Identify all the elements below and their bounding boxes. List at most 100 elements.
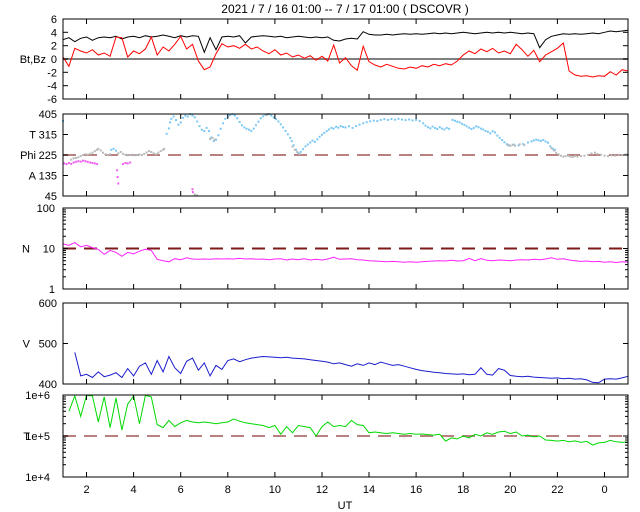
point-phi-gray: [147, 150, 150, 153]
point-phi-gray: [562, 155, 565, 158]
point-phi-blue: [177, 123, 180, 126]
x-tick-label: 10: [269, 484, 281, 496]
point-phi-blue: [191, 114, 194, 117]
point-phi-gray: [610, 154, 613, 157]
point-phi-gray: [117, 152, 120, 155]
point-phi-blue: [290, 140, 293, 143]
point-phi-blue: [491, 130, 494, 133]
x-tick-label: 2: [83, 484, 89, 496]
point-phi-blue: [408, 118, 411, 121]
magnetic-field-ytick-label: 4: [51, 27, 57, 39]
point-phi-blue: [248, 128, 250, 131]
point-phi-blue: [451, 118, 454, 121]
density-ytick-label: 1: [49, 284, 55, 296]
point-phi-gray: [511, 143, 514, 146]
point-phi-blue: [445, 126, 448, 129]
point-phi-magenta: [191, 191, 194, 194]
point-phi-blue: [233, 114, 236, 117]
point-phi-blue: [383, 118, 386, 121]
x-tick-label: 18: [457, 484, 469, 496]
point-phi-blue: [461, 122, 463, 125]
point-phi-gray: [145, 151, 148, 154]
point-phi-gray: [213, 138, 216, 141]
point-phi-blue: [337, 126, 340, 129]
magnetic-field-ytick-label: 0: [51, 54, 57, 66]
point-phi-blue: [257, 120, 260, 123]
point-phi-gray: [140, 154, 143, 156]
point-phi-blue: [306, 143, 309, 146]
point-phi-gray: [509, 144, 512, 147]
point-phi-blue: [443, 128, 446, 131]
point-phi-blue: [498, 136, 501, 139]
point-phi-blue: [393, 118, 396, 121]
x-tick-label: 20: [504, 484, 516, 496]
point-phi-blue: [539, 139, 542, 142]
point-phi-blue: [245, 127, 248, 130]
velocity-axis-unit-label: V: [23, 339, 31, 351]
magnetic-field-ytick-label: -6: [47, 94, 57, 106]
point-phi-gray: [122, 152, 124, 155]
point-phi-blue: [376, 120, 379, 123]
point-phi-blue: [316, 138, 319, 141]
velocity-ytick-label: 500: [39, 339, 57, 351]
magnetic-field-ytick-label: -4: [47, 81, 57, 93]
point-phi-blue: [286, 133, 289, 136]
point-phi-blue: [475, 125, 478, 128]
point-phi-blue: [379, 118, 382, 121]
point-phi-magenta: [65, 163, 68, 166]
point-phi-gray: [138, 153, 141, 156]
phi-angle-ytick-label: 45: [45, 191, 57, 203]
point-phi-blue: [465, 125, 468, 128]
magnetic-field-ytick-label: 6: [51, 14, 57, 26]
point-phi-blue: [549, 145, 552, 148]
point-phi-blue: [165, 132, 168, 135]
point-phi-blue: [489, 132, 492, 135]
point-phi-blue: [418, 120, 421, 123]
point-phi-gray: [77, 156, 80, 159]
point-phi-blue: [311, 139, 314, 142]
x-tick-label: 16: [410, 484, 422, 496]
point-phi-blue: [205, 126, 208, 129]
point-phi-blue: [222, 122, 225, 125]
point-phi-blue: [309, 141, 312, 144]
point-phi-gray: [617, 153, 620, 156]
point-phi-gray: [557, 153, 560, 156]
point-phi-magenta: [72, 161, 75, 164]
point-phi-blue: [372, 119, 375, 122]
point-phi-blue: [401, 118, 403, 121]
x-tick-label: 12: [316, 484, 328, 496]
point-phi-gray: [152, 152, 155, 155]
point-phi-blue: [530, 140, 533, 143]
point-phi-gray: [621, 154, 624, 157]
point-phi-blue: [544, 140, 547, 143]
point-phi-blue: [344, 126, 347, 129]
point-phi-gray: [514, 144, 516, 147]
point-phi-blue: [203, 130, 206, 133]
point-phi-blue: [537, 139, 540, 142]
point-phi-blue: [501, 139, 504, 141]
point-phi-blue: [196, 120, 199, 123]
point-phi-blue: [335, 125, 338, 128]
point-phi-blue: [454, 119, 456, 122]
point-phi-gray: [119, 151, 122, 153]
x-tick-label: 0: [601, 484, 607, 496]
point-phi-blue: [208, 130, 210, 133]
magnetic-field-axis-unit-label: Bt,Bz: [20, 54, 46, 66]
point-phi-gray: [298, 152, 301, 155]
point-phi-blue: [193, 116, 196, 119]
point-phi-magenta: [70, 162, 73, 165]
point-phi-gray: [614, 154, 617, 157]
point-phi-blue: [390, 118, 393, 120]
point-phi-blue: [224, 117, 227, 120]
x-tick-label: 14: [363, 484, 375, 496]
density-ytick-label: 100: [37, 203, 55, 215]
point-phi-gray: [574, 155, 576, 158]
point-phi-blue: [323, 131, 326, 134]
point-phi-gray: [82, 154, 84, 156]
point-phi-blue: [365, 121, 368, 124]
point-phi-blue: [535, 138, 538, 141]
plot-canvas: 2021 / 7 / 16 01:00 -- 7 / 17 01:00 ( DS…: [0, 0, 640, 512]
plot-title: 2021 / 7 / 16 01:00 -- 7 / 17 01:00 ( DS…: [221, 2, 468, 16]
point-phi-blue: [330, 126, 333, 129]
point-phi-blue: [429, 127, 432, 130]
